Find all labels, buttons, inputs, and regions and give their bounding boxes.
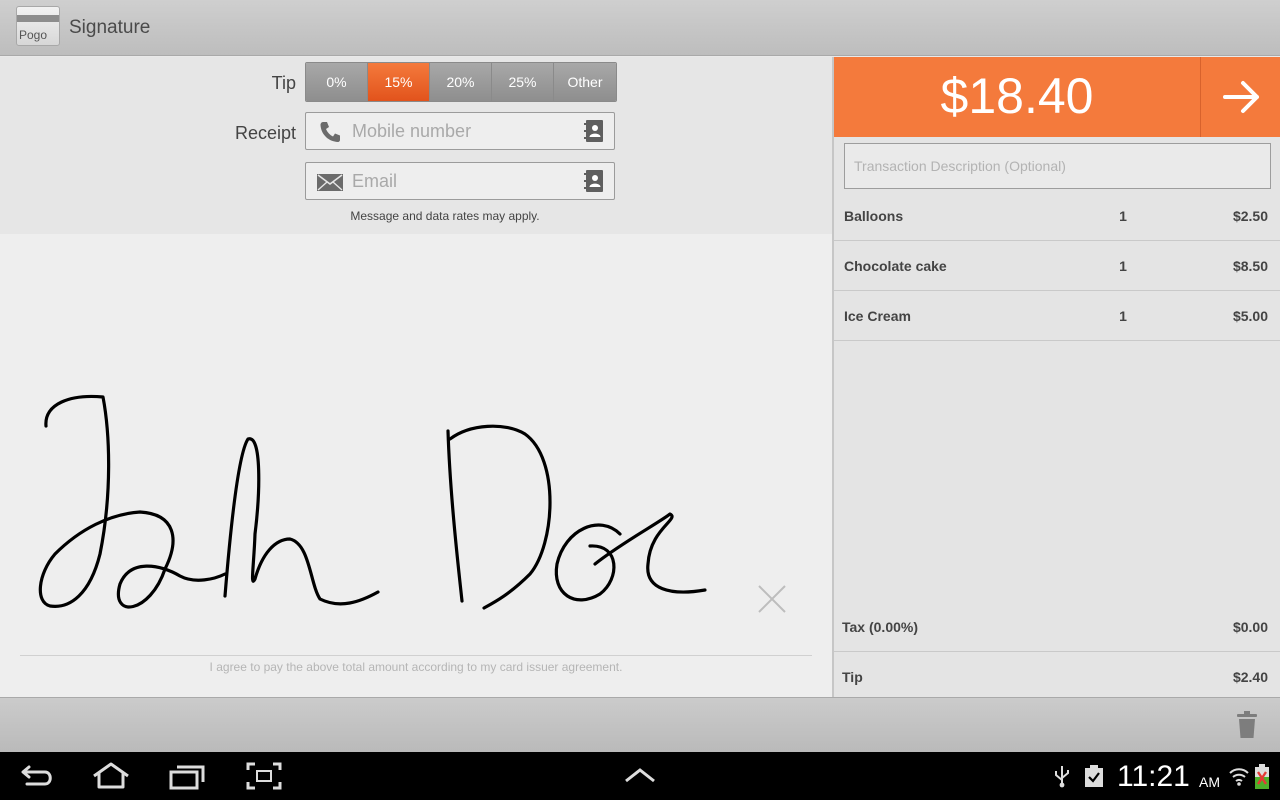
item-name: Chocolate cake (844, 258, 947, 274)
item-name: Balloons (844, 208, 904, 224)
item-price: $5.00 (1232, 308, 1268, 324)
close-icon[interactable] (756, 583, 788, 615)
item-list: Balloons 1 $2.50 Chocolate cake 1 $8.50 … (834, 191, 1280, 341)
tip-option-15[interactable]: 15% (368, 63, 430, 101)
tip-options: 0% 15% 20% 25% Other (305, 62, 617, 102)
app-logo[interactable]: Pogo (16, 6, 60, 46)
tip-option-other[interactable]: Other (554, 63, 616, 101)
wifi-icon (1229, 768, 1249, 786)
contact-picker-icon[interactable] (584, 169, 604, 193)
transaction-description-field (844, 143, 1271, 189)
receipt-label: Receipt (234, 123, 296, 143)
home-icon[interactable] (92, 761, 130, 791)
tax-row: Tax (0.00%) $0.00 (834, 602, 1280, 652)
arrow-right-icon (1222, 81, 1259, 113)
next-button[interactable] (1201, 57, 1280, 137)
list-item[interactable]: Balloons 1 $2.50 (834, 191, 1280, 241)
page-title: Signature (69, 17, 151, 38)
tip-receipt-form: Tip 0% 15% 20% 25% Other Receipt Mobile … (0, 57, 832, 234)
signature-line (20, 655, 812, 656)
tip-summary-label: Tip (842, 669, 863, 685)
total-amount: $18.40 (940, 68, 1094, 124)
mobile-number-input[interactable] (352, 117, 578, 145)
chevron-up-icon[interactable] (621, 761, 659, 791)
order-panel: $18.40 Balloons 1 $2.50 Chocolate cake 1… (832, 57, 1280, 697)
tax-label: Tax (0.00%) (842, 619, 918, 635)
rates-disclaimer: Message and data rates may apply. (350, 209, 540, 223)
email-input[interactable] (352, 167, 578, 195)
clock-time: 11:21 (1117, 760, 1190, 793)
email-field (305, 162, 615, 200)
tip-option-20[interactable]: 20% (430, 63, 492, 101)
agreement-text: I agree to pay the above total amount ac… (209, 660, 623, 674)
usb-icon (1055, 766, 1069, 788)
recent-apps-icon[interactable] (168, 761, 206, 791)
left-panel: Tip 0% 15% 20% 25% Other Receipt Mobile … (0, 57, 832, 697)
tip-value: $2.40 (1232, 669, 1268, 685)
item-price: $8.50 (1232, 258, 1268, 274)
item-qty: 1 (1119, 308, 1127, 324)
card-stripe-icon (17, 15, 59, 22)
mobile-number-field (305, 112, 615, 150)
logo-text: Pogo (19, 28, 48, 42)
signature-strokes (38, 394, 707, 610)
item-qty: 1 (1119, 258, 1127, 274)
system-bar: 11:21 AM (0, 752, 1280, 800)
envelope-icon (317, 174, 343, 191)
tip-label: Tip (271, 73, 296, 93)
tip-option-0[interactable]: 0% (306, 63, 368, 101)
item-name: Ice Cream (844, 308, 911, 324)
list-item[interactable]: Ice Cream 1 $5.00 (834, 291, 1280, 341)
order-summary: Tax (0.00%) $0.00 Tip $2.40 (834, 602, 1280, 702)
phone-icon (320, 122, 340, 142)
tip-option-25[interactable]: 25% (492, 63, 554, 101)
screenshot-icon[interactable] (245, 761, 283, 791)
transaction-description-input[interactable] (845, 144, 1270, 188)
contact-picker-icon[interactable] (584, 119, 604, 143)
clipboard-check-icon (1085, 765, 1103, 787)
action-bar: Pogo Signature (0, 0, 1280, 56)
trash-icon[interactable] (1234, 710, 1260, 740)
total-bar: $18.40 (834, 57, 1280, 137)
item-qty: 1 (1119, 208, 1127, 224)
signature-pad[interactable]: I agree to pay the above total amount ac… (0, 234, 832, 697)
list-item[interactable]: Chocolate cake 1 $8.50 (834, 241, 1280, 291)
item-price: $2.50 (1232, 208, 1268, 224)
back-icon[interactable] (19, 761, 57, 791)
tip-row: Tip $2.40 (834, 652, 1280, 702)
clock-ampm: AM (1199, 774, 1220, 790)
battery-icon (1255, 764, 1269, 789)
tax-value: $0.00 (1232, 619, 1268, 635)
bottom-toolbar (0, 697, 1280, 752)
